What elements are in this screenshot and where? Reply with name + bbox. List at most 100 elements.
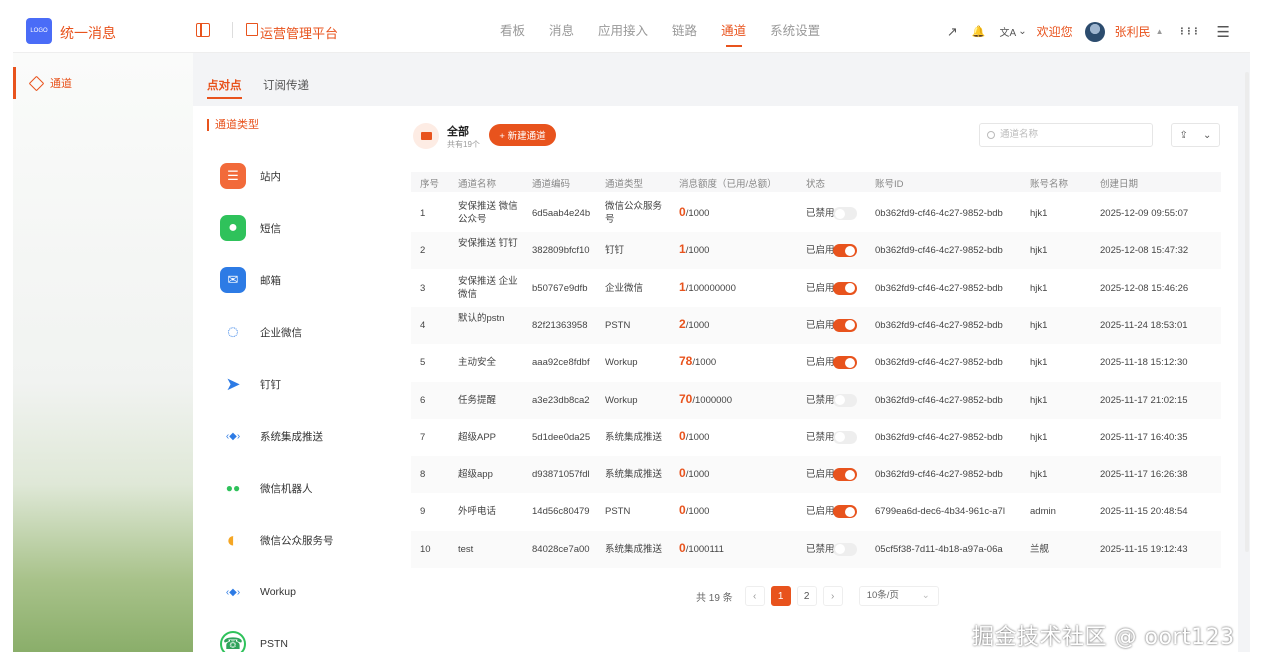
wecom-icon: ◌	[227, 320, 239, 343]
cell-no: 1	[420, 208, 426, 219]
cell-account-name: 兰舰	[1030, 543, 1050, 555]
page-1-button[interactable]: 1	[770, 586, 791, 606]
cell-account-id: 0b362fd9-cf46-4c27-9852-bdb	[875, 357, 1003, 369]
mail-icon: ✉	[220, 267, 246, 293]
page-2-button[interactable]: 2	[796, 586, 817, 606]
cell-code: b50767e9dfb	[532, 282, 588, 294]
new-channel-button[interactable]: + 新建通道	[489, 124, 556, 146]
cell-code: a3e23db8ca2	[532, 394, 590, 406]
cell-no: 5	[420, 357, 426, 369]
export-button[interactable]: ⇪ ⌄	[1171, 123, 1220, 147]
cell-status: 已禁用	[806, 208, 835, 219]
table-row[interactable]: 1 安保推送 微信公众号 6d5aab4e24b 微信公众服务号 0/1000 已禁用 0b…	[411, 195, 1221, 232]
avatar[interactable]	[1084, 21, 1105, 42]
status-toggle[interactable]	[833, 318, 857, 332]
cell-type: Workup	[605, 357, 638, 369]
search-input[interactable]: 通道名称	[979, 123, 1153, 147]
cell-status: 已启用	[806, 245, 835, 257]
tab-point-to-point[interactable]: 点对点	[207, 77, 242, 99]
cell-created: 2025-11-17 21:02:15	[1100, 394, 1188, 406]
nav-messages[interactable]: 消息	[537, 10, 586, 53]
cell-account-name: hjk1	[1030, 208, 1048, 219]
status-toggle[interactable]	[833, 281, 857, 295]
pagination: 共 19 条 ‹ 1 2 › 10条/页 ⌄	[696, 586, 939, 606]
channel-type-dingtalk[interactable]: ➤ 钉钉	[220, 369, 281, 399]
channel-type-pstn[interactable]: ☎ PSTN	[220, 629, 288, 652]
channel-type-sms[interactable]: ● 短信	[220, 213, 281, 243]
menu-icon[interactable]: ☰	[1217, 23, 1230, 41]
table-row[interactable]: 6 任务提醒 a3e23db8ca2 Workup 70/1000000 已禁用 0b362…	[411, 381, 1221, 419]
channel-type-wechat-mp[interactable]: ◐ 微信公众服务号	[220, 525, 333, 555]
page-size-value: 10条/页	[866, 590, 899, 601]
table-row[interactable]: 10 test 84028ce7a00 系统集成推送 0/1000111 已禁用 05cf5…	[411, 530, 1221, 568]
all-label: 全部	[447, 126, 469, 138]
search-placeholder: 通道名称	[1000, 129, 1039, 140]
fullscreen-icon[interactable]: ↗	[947, 24, 958, 40]
sms-icon: ●	[220, 215, 246, 241]
channel-type-workup[interactable]: ‹◆› Workup	[220, 577, 296, 607]
cell-account-id: 0b362fd9-cf46-4c27-9852-bdb	[875, 208, 1003, 219]
page-size-select[interactable]: 10条/页 ⌄	[858, 586, 939, 606]
channel-type-inbox[interactable]: ☰ 站内	[220, 161, 281, 191]
quota-used: 70	[679, 392, 693, 406]
table-row[interactable]: 4 默认的pstn 82f21363958 PSTN 2/1000 已启用 0b362fd9…	[411, 306, 1221, 344]
chevron-down-icon[interactable]: ⌄	[1018, 26, 1026, 37]
nav-links[interactable]: 链路	[660, 10, 709, 53]
nav-dashboard[interactable]: 看板	[488, 10, 537, 53]
quota-total: /100000000	[685, 282, 736, 294]
status-toggle[interactable]	[833, 430, 857, 444]
top-bar: LOGO 统一消息 运营管理平台 看板 消息 应用接入 链路 通道 系统设置 ↗…	[13, 10, 1250, 53]
status-toggle[interactable]	[833, 244, 857, 258]
cell-quota: 0/1000	[679, 430, 709, 444]
quota-total: /1000	[685, 506, 710, 518]
table-row[interactable]: 5 主动安全 aaa92ce8fdbf Workup 78/1000 已启用 0b362fd…	[411, 344, 1221, 381]
channel-type-label: Workup	[260, 586, 296, 598]
cell-account-id: 05cf5f38-7d11-4b18-a97a-06a	[875, 543, 1003, 555]
status-toggle[interactable]	[833, 542, 857, 556]
tab-subscription[interactable]: 订阅传递	[263, 77, 309, 93]
cell-account-id: 0b362fd9-cf46-4c27-9852-bdb	[875, 319, 1003, 331]
nav-system-settings[interactable]: 系统设置	[758, 10, 832, 53]
bell-icon[interactable]: 🔔	[972, 25, 986, 38]
table-row[interactable]: 9 外呼电话 14d56c80479 PSTN 0/1000 已启用 6799ea6d-de…	[411, 493, 1221, 530]
status-toggle[interactable]	[833, 393, 857, 407]
status-toggle[interactable]	[833, 468, 857, 482]
channel-type-wechat-robot[interactable]: ●● 微信机器人	[220, 473, 313, 503]
channel-type-label: 微信机器人	[260, 482, 313, 495]
language-icon[interactable]: 文A	[1000, 24, 1017, 39]
cell-code: 14d56c80479	[532, 506, 590, 518]
cell-quota: 0/1000111	[679, 542, 724, 556]
status-toggle[interactable]	[833, 356, 857, 370]
sidebar-item-channels[interactable]: 通道	[13, 67, 193, 99]
cell-status: 已启用	[806, 282, 835, 294]
channel-type-mail[interactable]: ✉ 邮箱	[220, 265, 281, 295]
username[interactable]: 张利民	[1115, 23, 1151, 40]
scrollbar[interactable]	[1245, 72, 1249, 552]
caret-up-icon[interactable]: ▲	[1156, 27, 1164, 36]
table-row[interactable]: 8 超级app d93871057fdl 系统集成推送 0/1000 已启用 0b362fd…	[411, 456, 1221, 494]
nav-app-access[interactable]: 应用接入	[586, 10, 660, 53]
cell-created: 2025-11-15 20:48:54	[1100, 506, 1188, 518]
table-row[interactable]: 2 安保推送 钉钉 382809bfcf10 钉钉 1/1000 已启用 0b362fd9-…	[411, 232, 1221, 270]
next-page-button[interactable]: ›	[822, 586, 843, 606]
header-account-id: 账号ID	[875, 179, 904, 190]
cell-account-name: hjk1	[1030, 431, 1048, 443]
apps-grid-icon[interactable]: ⋮⋮⋮	[1178, 26, 1201, 37]
status-toggle[interactable]	[833, 505, 857, 519]
cell-name: 超级APP	[458, 431, 497, 443]
status-toggle[interactable]	[833, 207, 857, 220]
prev-page-button[interactable]: ‹	[744, 586, 765, 606]
quota-used: 2	[679, 317, 686, 331]
table-row[interactable]: 7 超级APP 5d1dee0da25 系统集成推送 0/1000 已禁用 0b362fd9…	[411, 419, 1221, 456]
channel-type-wecom[interactable]: ◌ 企业微信	[220, 317, 302, 347]
cell-account-id: 6799ea6d-dec6-4b34-961c-a7l	[875, 506, 1005, 518]
nav-channels[interactable]: 通道	[709, 10, 758, 53]
quota-total: /1000	[685, 469, 710, 481]
cell-account-name: hjk1	[1030, 282, 1048, 294]
table-row[interactable]: 3 安保推送 企业微信 b50767e9dfb 企业微信 1/100000000 已启用 0…	[411, 270, 1221, 307]
channel-type-system-push[interactable]: ‹◆› 系统集成推送	[220, 421, 323, 451]
sidebar-toggle-icon[interactable]	[196, 23, 210, 37]
cell-name: 安保推送 企业微信	[458, 275, 518, 300]
cell-account-id: 0b362fd9-cf46-4c27-9852-bdb	[875, 282, 1003, 294]
header-status: 状态	[806, 179, 826, 190]
